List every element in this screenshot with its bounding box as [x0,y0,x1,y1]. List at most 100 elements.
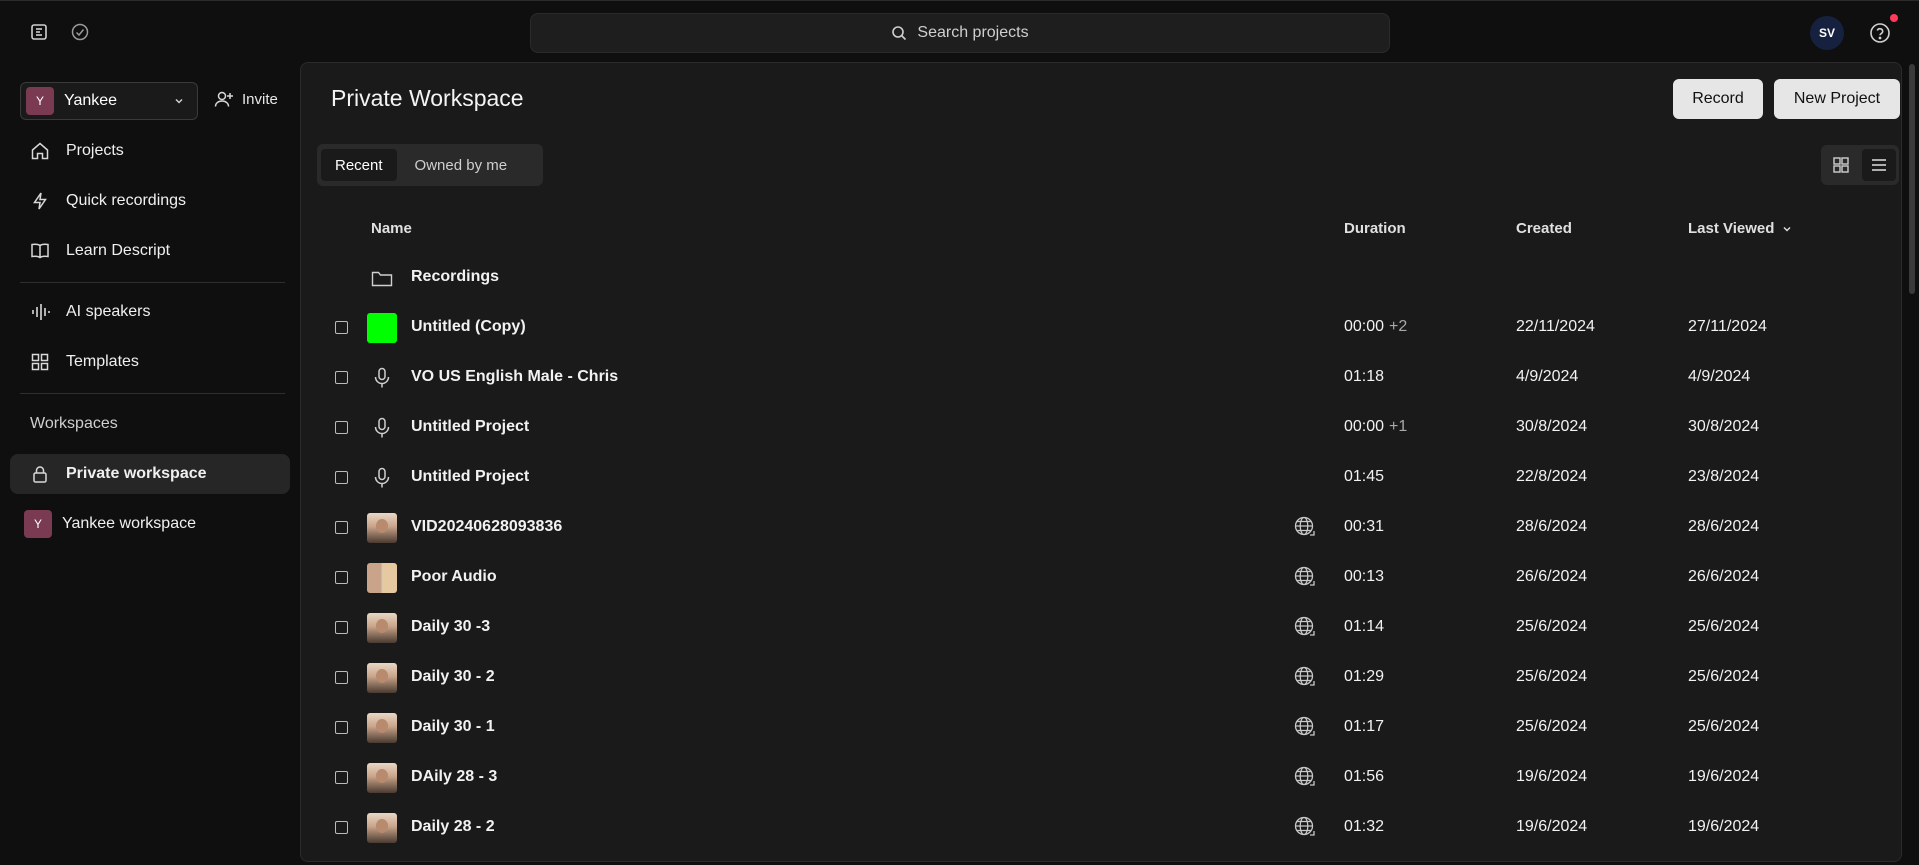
view-toggle [1821,145,1899,185]
sidebar-item-templates[interactable]: Templates [10,342,290,382]
top-bar: Search projects SV [0,0,1919,62]
grid-icon [31,353,49,371]
duration-value: 00:00 [1344,418,1385,435]
published-globe-icon[interactable] [1293,565,1319,591]
table-row[interactable]: DAily 28 - 3 01:56 19/6/2024 19/6/2024 [301,753,1881,803]
sidebar-divider [20,282,285,283]
check-circle-icon[interactable] [69,21,91,43]
published-globe-icon[interactable] [1293,515,1319,541]
published-globe-icon[interactable] [1293,615,1319,641]
last-viewed-cell: 19/6/2024 [1688,818,1760,835]
workspace-name: Yankee [64,92,118,109]
table-row[interactable]: Daily 28 - 2 01:32 19/6/2024 19/6/2024 [301,803,1881,853]
sidebar-item-private-workspace[interactable]: Private workspace [10,454,290,494]
folder-name: Recordings [411,268,500,285]
search-input[interactable]: Search projects [530,13,1390,53]
sidebar-item-label: Yankee workspace [62,515,196,532]
project-thumbnail [367,313,397,343]
lightning-icon [33,192,47,210]
folder-icon [369,265,395,291]
column-header-name[interactable]: Name [371,220,412,237]
row-checkbox[interactable] [335,771,348,784]
notification-dot [1890,14,1898,22]
page-title: Private Workspace [331,85,524,111]
row-checkbox[interactable] [335,321,348,334]
last-viewed-cell: 19/6/2024 [1688,768,1760,785]
published-globe-icon[interactable] [1293,765,1319,791]
table-row[interactable]: Daily 30 - 2 01:29 25/6/2024 25/6/2024 [301,653,1881,703]
created-cell: 22/8/2024 [1516,468,1588,485]
project-name: VO US English Male - Chris [411,368,619,385]
row-checkbox[interactable] [335,471,348,484]
waveform-icon [32,304,50,320]
project-name: Untitled (Copy) [411,318,526,335]
project-thumbnail [367,663,397,693]
duration-cell: 01:17 [1344,718,1384,736]
created-cell: 22/11/2024 [1516,318,1595,335]
lock-icon [33,466,47,483]
row-checkbox[interactable] [335,671,348,684]
microphone-icon [369,365,395,391]
sidebar-item-learn-descript[interactable]: Learn Descript [10,231,290,271]
row-checkbox[interactable] [335,371,348,384]
duration-cell: 01:32 [1344,818,1384,836]
microphone-icon [369,465,395,491]
duration-cell: 01:18 [1344,368,1384,386]
duration-cell: 00:00 +1 [1344,418,1407,436]
new-project-button[interactable]: New Project [1774,79,1900,119]
tab-owned-by-me[interactable]: Owned by me [401,149,522,181]
grid-view-button[interactable] [1824,149,1858,181]
duration-value: 01:17 [1344,718,1385,735]
tab-recent[interactable]: Recent [321,149,397,181]
search-placeholder: Search projects [917,24,1029,41]
published-globe-icon[interactable] [1293,665,1319,691]
record-button[interactable]: Record [1673,79,1763,119]
duration-cell: 01:45 [1344,468,1384,486]
scrollbar[interactable] [1909,64,1915,294]
duration-value: 01:32 [1344,818,1385,835]
avatar[interactable]: SV [1810,16,1844,50]
column-header-label: Last Viewed [1688,220,1775,237]
workspace-badge: Y [26,87,54,115]
table-row[interactable]: VO US English Male - Chris 01:18 4/9/2024 4… [301,353,1881,403]
project-name: Untitled Project [411,418,530,435]
table-row[interactable]: Untitled Project 01:45 22/8/2024 23/8/2024 [301,453,1881,503]
table-row[interactable]: Untitled Project 00:00 +1 30/8/2024 30/8/202… [301,403,1881,453]
row-checkbox[interactable] [335,521,348,534]
published-globe-icon[interactable] [1293,715,1319,741]
table-row[interactable]: Daily 30 -3 01:14 25/6/2024 25/6/2024 [301,603,1881,653]
row-checkbox[interactable] [335,571,348,584]
table-row[interactable]: Untitled (Copy) 00:00 +2 22/11/2024 27/11/20… [301,303,1881,353]
row-checkbox[interactable] [335,621,348,634]
list-view-button[interactable] [1862,149,1896,181]
sidebar-item-ai-speakers[interactable]: AI speakers [10,292,290,332]
sidebar-toggle-icon[interactable] [28,21,50,43]
help-icon[interactable] [1868,21,1892,45]
column-header-created[interactable]: Created [1516,220,1572,237]
project-name: Daily 30 -3 [411,618,491,635]
duration-extra-count: +1 [1389,418,1408,435]
column-header-duration[interactable]: Duration [1344,220,1406,237]
table-row[interactable]: Daily 30 - 1 01:17 25/6/2024 25/6/2024 [301,703,1881,753]
column-header-last-viewed[interactable]: Last Viewed [1688,220,1792,237]
sidebar-item-label: Private workspace [66,465,207,482]
sidebar-item-projects[interactable]: Projects [10,131,290,171]
row-checkbox[interactable] [335,821,348,834]
folder-row[interactable]: Recordings [301,253,1881,303]
sidebar-item-yankee-workspace[interactable]: Y Yankee workspace [10,504,290,544]
row-checkbox[interactable] [335,421,348,434]
invite-button[interactable]: Invite [214,90,278,108]
home-icon [31,142,49,160]
project-thumbnail [367,513,397,543]
table-row[interactable]: Poor Audio 00:13 26/6/2024 26/6/2024 [301,553,1881,603]
sidebar-item-quick-recordings[interactable]: Quick recordings [10,181,290,221]
grid-icon [1833,157,1849,173]
row-checkbox[interactable] [335,721,348,734]
project-name: Daily 30 - 2 [411,668,495,685]
table-row[interactable]: VID20240628093836 00:31 28/6/2024 28/6/2024 [301,503,1881,553]
workspaces-heading: Workspaces [30,415,118,432]
duration-value: 01:56 [1344,768,1385,785]
workspace-selector[interactable]: Y Yankee [20,82,198,120]
microphone-icon [369,415,395,441]
published-globe-icon[interactable] [1293,815,1319,841]
